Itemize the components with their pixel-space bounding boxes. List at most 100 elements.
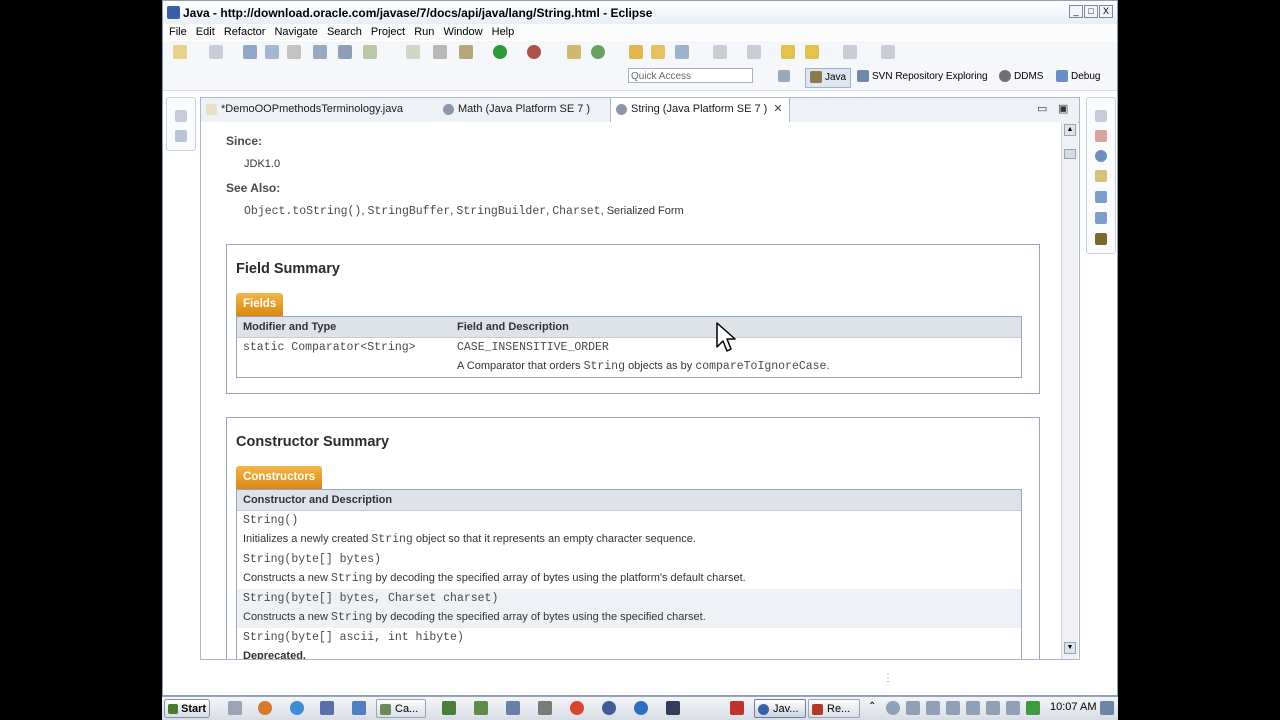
link-icon[interactable] — [320, 701, 334, 715]
scroll-up-icon[interactable]: ▲ — [1064, 124, 1076, 136]
see-also-stringbuffer-link[interactable]: StringBuffer — [367, 205, 450, 218]
perspective-svn[interactable]: SVN Repository Exploring — [857, 68, 988, 86]
menu-window[interactable]: Window — [443, 24, 482, 40]
problems-icon[interactable] — [1095, 130, 1107, 142]
save-icon[interactable] — [243, 45, 257, 59]
acrobat-icon[interactable] — [730, 701, 744, 715]
tab-demo-java[interactable]: *DemoOOPmethodsTerminology.java — [201, 98, 438, 121]
see-also-object-tostring-link[interactable]: Object.toString() — [244, 205, 361, 218]
compare-to-ignore-case-link[interactable]: compareToIgnoreCase — [695, 360, 826, 373]
outline-icon[interactable] — [1095, 212, 1107, 224]
task-button-ca[interactable]: Ca... — [376, 699, 426, 718]
annotation-next-icon[interactable] — [713, 45, 727, 59]
task-button-java[interactable]: Jav... — [754, 699, 806, 718]
run-icon[interactable] — [493, 45, 507, 59]
globe-icon[interactable] — [602, 701, 616, 715]
volume-icon[interactable] — [986, 701, 1000, 715]
charset-link[interactable]: charset — [667, 611, 703, 623]
excel-icon[interactable] — [442, 701, 456, 715]
checkbox-icon[interactable] — [363, 45, 377, 59]
ie-icon[interactable] — [290, 701, 304, 715]
menu-run[interactable]: Run — [414, 24, 434, 40]
firefox-icon[interactable] — [258, 701, 272, 715]
menu-project[interactable]: Project — [371, 24, 405, 40]
see-also-stringbuilder-link[interactable]: StringBuilder — [456, 205, 546, 218]
resize-grip-icon[interactable]: ⋮ — [883, 673, 893, 684]
menu-refactor[interactable]: Refactor — [224, 24, 266, 40]
constructor-link[interactable]: String — [243, 631, 284, 644]
chrome-icon[interactable] — [570, 701, 584, 715]
menu-file[interactable]: File — [169, 24, 187, 40]
close-tab-icon[interactable]: ✕ — [773, 103, 782, 115]
external-tools-icon[interactable] — [527, 45, 541, 59]
show-desktop-icon[interactable] — [228, 701, 242, 715]
constructor-link[interactable]: String — [243, 592, 284, 605]
annotation-prev-icon[interactable] — [747, 45, 761, 59]
scrollbar-thumb[interactable] — [1064, 149, 1076, 159]
menu-navigate[interactable]: Navigate — [274, 24, 317, 40]
tray-icon[interactable] — [966, 701, 980, 715]
start-button[interactable]: Start — [164, 699, 210, 718]
scroll-down-icon[interactable]: ▼ — [1064, 642, 1076, 654]
javadoc-icon[interactable] — [1095, 150, 1107, 162]
declaration-icon[interactable] — [1095, 170, 1107, 182]
app-icon[interactable] — [352, 701, 366, 715]
spreadsheet-icon[interactable] — [474, 701, 488, 715]
restore-icon[interactable] — [175, 110, 187, 122]
save-all-icon[interactable] — [265, 45, 279, 59]
menu-search[interactable]: Search — [327, 24, 362, 40]
task-icon[interactable] — [313, 45, 327, 59]
constructor-link[interactable]: String — [243, 553, 284, 566]
flag-icon[interactable] — [1006, 701, 1020, 715]
search-tool-icon[interactable] — [675, 45, 689, 59]
see-also-serialized-form-link[interactable]: Serialized Form — [607, 205, 684, 217]
tray-expand-icon[interactable]: ⌃ — [868, 701, 878, 715]
print-icon[interactable] — [287, 45, 301, 59]
open-perspective-button[interactable] — [778, 68, 793, 86]
pin-icon[interactable] — [433, 45, 447, 59]
maximize-button[interactable]: □ — [1084, 5, 1098, 18]
network-icon[interactable] — [926, 701, 940, 715]
android-icon[interactable] — [1095, 233, 1107, 245]
word-icon[interactable] — [538, 701, 552, 715]
pin-editor-icon[interactable] — [881, 45, 895, 59]
field-name-link[interactable]: CASE_INSENSITIVE_ORDER — [457, 341, 609, 354]
system-clock[interactable]: 10:07 AM — [1050, 701, 1096, 713]
console-icon[interactable] — [338, 45, 352, 59]
open-folder-icon[interactable] — [651, 45, 665, 59]
restore-icon[interactable] — [1095, 110, 1107, 122]
constructor-link[interactable]: String — [243, 514, 284, 527]
mail-icon[interactable] — [506, 701, 520, 715]
menu-edit[interactable]: Edit — [196, 24, 215, 40]
debug-icon[interactable] — [459, 45, 473, 59]
perspective-ddms[interactable]: DDMS — [999, 68, 1043, 86]
new-java-project-icon[interactable] — [567, 45, 581, 59]
help-icon[interactable] — [634, 701, 648, 715]
perspective-debug[interactable]: Debug — [1056, 68, 1100, 86]
new-icon[interactable] — [173, 45, 187, 59]
maximize-editor-icon[interactable]: ▣ — [1058, 102, 1068, 115]
console-view-icon[interactable] — [1095, 191, 1107, 203]
task-button-re[interactable]: Re... — [808, 699, 860, 718]
minimize-button[interactable]: _ — [1069, 5, 1083, 18]
build-icon[interactable] — [406, 45, 420, 59]
menu-help[interactable]: Help — [492, 24, 515, 40]
tab-math[interactable]: Math (Java Platform SE 7 ) — [438, 98, 610, 121]
minimize-editor-icon[interactable]: ▭ — [1037, 102, 1047, 115]
see-also-charset-link[interactable]: Charset — [552, 205, 600, 218]
power-icon[interactable] — [1026, 701, 1040, 715]
quick-access-input[interactable]: Quick Access — [628, 68, 753, 83]
close-button[interactable]: X — [1099, 5, 1113, 18]
title-bar[interactable]: Java - http://download.oracle.com/javase… — [163, 1, 1117, 25]
tab-string[interactable]: String (Java Platform SE 7 ) ✕ — [610, 98, 790, 122]
vlc-icon[interactable] — [666, 701, 680, 715]
forward-icon[interactable] — [805, 45, 819, 59]
new-package-icon[interactable] — [209, 45, 223, 59]
tray-icon[interactable] — [906, 701, 920, 715]
package-explorer-icon[interactable] — [175, 130, 187, 142]
perspective-java[interactable]: Java — [805, 68, 852, 88]
forward-arrow-icon[interactable] — [843, 45, 857, 59]
tray-icon[interactable] — [886, 701, 900, 715]
back-icon[interactable] — [781, 45, 795, 59]
vertical-scrollbar[interactable]: ▲ ▼ — [1061, 122, 1078, 659]
